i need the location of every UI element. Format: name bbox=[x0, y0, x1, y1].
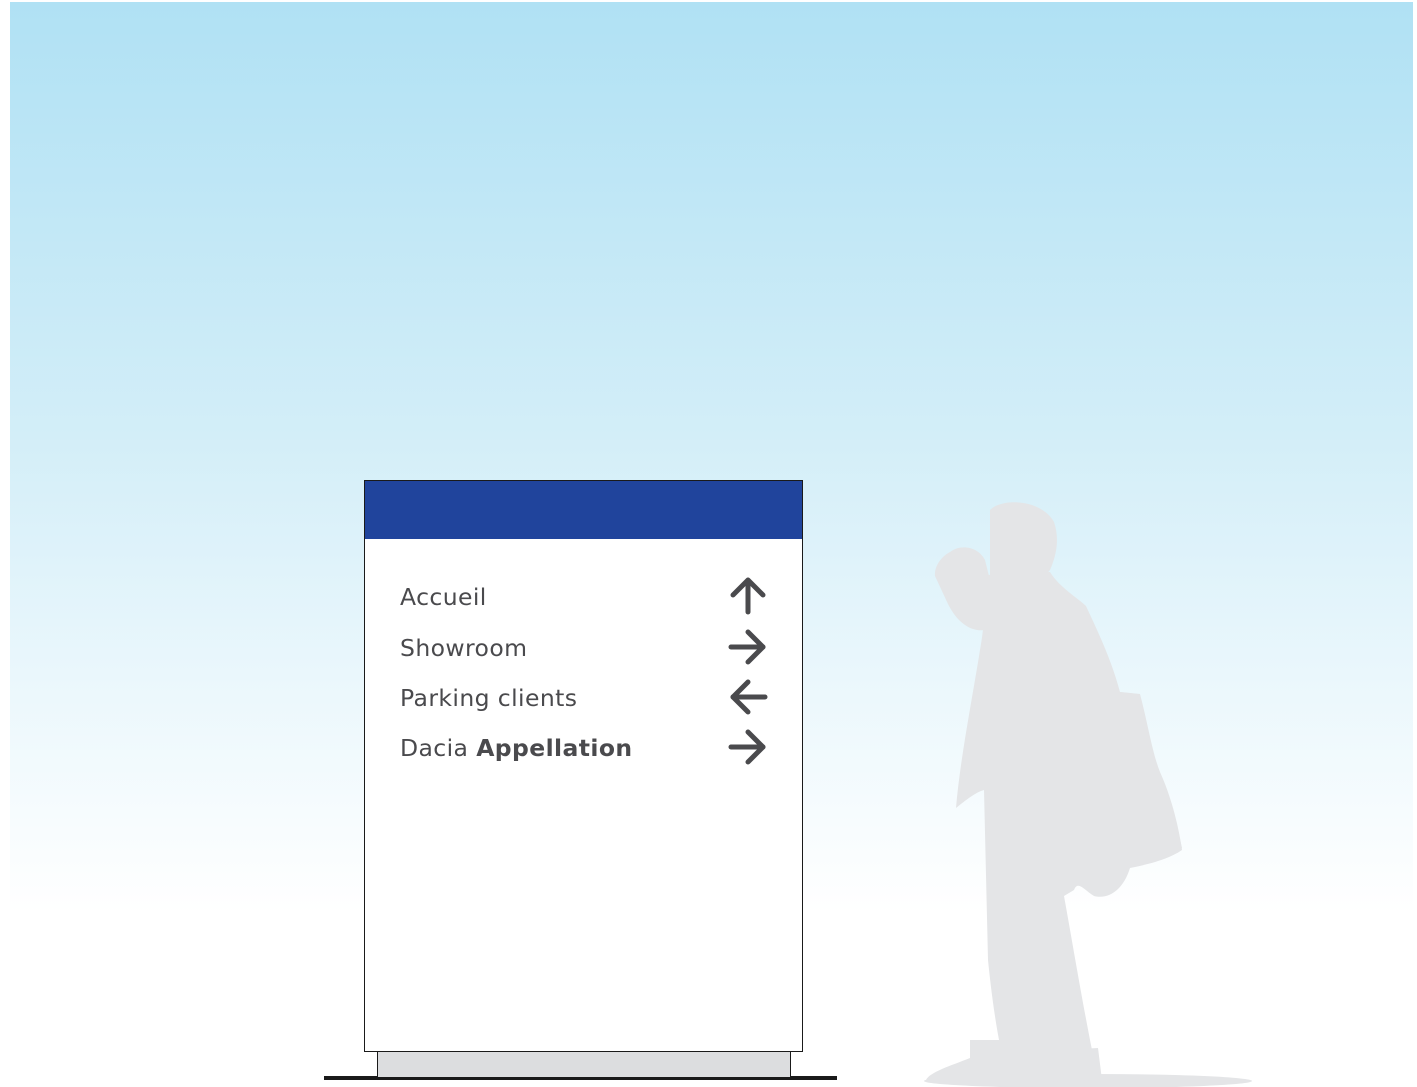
sign-entry-dacia-appellation: Dacia Appellation bbox=[400, 726, 770, 770]
sign-entry-showroom: Showroom bbox=[400, 626, 770, 670]
directional-sign-panel: Accueil Showroom Parking clients Dacia A… bbox=[364, 480, 803, 1052]
arrow-right-icon bbox=[728, 629, 766, 665]
sign-entry-label: Accueil bbox=[400, 583, 487, 611]
sign-entry-parking-clients: Parking clients bbox=[400, 676, 770, 720]
sign-base bbox=[377, 1051, 791, 1077]
arrow-up-icon bbox=[730, 577, 766, 615]
sign-entry-label: Showroom bbox=[400, 634, 528, 662]
arrow-left-icon bbox=[730, 679, 768, 715]
arrow-right-icon bbox=[728, 729, 766, 765]
sign-header-band bbox=[365, 481, 802, 539]
sign-entry-label: Dacia Appellation bbox=[400, 734, 633, 762]
sign-entry-label: Parking clients bbox=[400, 684, 578, 712]
sign-entry-accueil: Accueil bbox=[400, 575, 770, 619]
